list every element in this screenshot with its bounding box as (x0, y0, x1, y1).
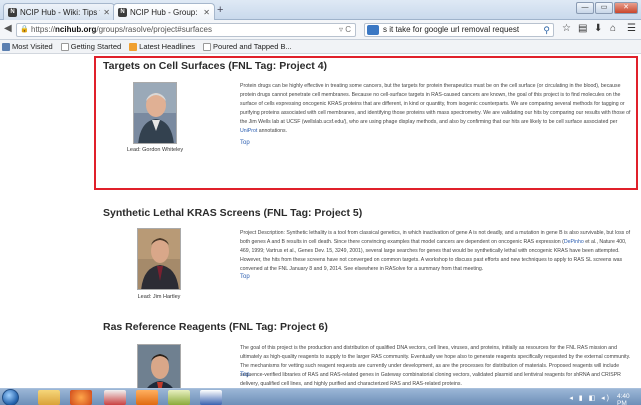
minimize-button[interactable]: — (576, 2, 594, 14)
start-button[interactable] (2, 389, 19, 405)
project-description: The goal of this project is the producti… (240, 344, 632, 388)
search-icon[interactable]: ⚲ (543, 24, 550, 36)
description-text: The goal of this project is the producti… (240, 345, 631, 387)
url-prefix: https:// (31, 25, 56, 34)
url-bar[interactable]: 🔒 https://ncihub.org/groups/rasolve/proj… (16, 23, 356, 37)
url-host: ncihub.org (55, 25, 97, 34)
section-title-project-4: Targets on Cell Surfaces (FNL Tag: Proje… (103, 60, 328, 72)
bookmark-folder-icon (2, 42, 10, 51)
navigation-bar: ◀ 🔒 https://ncihub.org/groups/rasolve/pr… (0, 20, 641, 40)
top-link[interactable]: Top (240, 140, 250, 146)
bookmarks-bar: Most Visited Getting Started Latest Head… (0, 40, 641, 54)
back-arrow-icon[interactable]: ◀ (4, 23, 12, 34)
bookmark-label: Getting Started (70, 42, 122, 51)
page-content: Targets on Cell Surfaces (FNL Tag: Proje… (0, 54, 641, 388)
section-title-project-5: Synthetic Lethal KRAS Screens (FNL Tag: … (103, 207, 363, 219)
close-window-button[interactable]: ✕ (614, 2, 638, 14)
bookmark-label: Most Visited (12, 42, 53, 51)
tab-strip: N NCIP Hub - Wiki: Tips for ... ✕ N NCIP… (0, 0, 641, 20)
menu-icon[interactable]: ☰ (627, 23, 636, 34)
lead-photo-jim-hartley (137, 228, 181, 290)
page-icon (60, 42, 69, 51)
page-icon (203, 42, 212, 51)
depinho-link[interactable]: DePinho (564, 239, 584, 245)
clipboard-icon[interactable]: ▤ (578, 23, 587, 34)
word-icon[interactable] (200, 390, 222, 405)
bookmark-label: Latest Headlines (139, 42, 196, 51)
bookmark-most-visited[interactable]: Most Visited (2, 42, 53, 51)
tab-label: NCIP Hub - Group: RASolv... (130, 7, 200, 17)
project-description: Protein drugs can be highly effective in… (240, 82, 632, 136)
bookmark-poured-tapped[interactable]: Poured and Tapped B... (203, 42, 292, 51)
star-icon[interactable]: ☆ (562, 23, 571, 34)
uniprot-link[interactable]: UniProt (240, 128, 257, 134)
top-link[interactable]: Top (240, 372, 250, 378)
lock-icon: 🔒 (20, 26, 29, 33)
search-input[interactable]: s it take for google url removal request… (364, 23, 554, 37)
tab-label: NCIP Hub - Wiki: Tips for ... (20, 7, 100, 17)
home-icon[interactable]: ⌂ (610, 23, 616, 34)
ncip-favicon-icon: N (118, 7, 127, 17)
search-text: s it take for google url removal request (383, 25, 520, 34)
tab-wiki-tips[interactable]: N NCIP Hub - Wiki: Tips for ... ✕ (3, 3, 115, 20)
download-icon[interactable]: ⬇ (594, 23, 602, 34)
description-text: Protein drugs can be highly effective in… (240, 83, 631, 125)
url-path: /groups/rasolve/project#surfaces (96, 25, 212, 34)
lead-photo-project-6 (137, 344, 181, 388)
lead-caption: Lead: Jim Hartley (137, 294, 181, 300)
paint-icon[interactable] (168, 390, 190, 405)
new-tab-button[interactable]: + (217, 4, 223, 16)
bookmark-getting-started[interactable]: Getting Started (60, 42, 122, 51)
lead-photo-gordon-whiteley (133, 82, 177, 144)
reload-icon[interactable]: ▿ C (339, 24, 351, 36)
firefox-icon[interactable] (70, 390, 92, 405)
top-link[interactable]: Top (240, 274, 250, 280)
section-title-project-6: Ras Reference Reagents (FNL Tag: Project… (103, 321, 328, 333)
taskbar: ◂ ▮ ◧ ◂) 4:40 PM (0, 388, 641, 405)
window-controls: — ▭ ✕ (576, 2, 638, 14)
close-tab-icon[interactable]: ✕ (203, 8, 210, 17)
tab-rasolve-group[interactable]: N NCIP Hub - Group: RASolv... ✕ (113, 3, 215, 20)
pdf-reader-icon[interactable] (104, 390, 126, 405)
close-tab-icon[interactable]: ✕ (103, 8, 110, 17)
taskbar-clock[interactable]: 4:40 PM (617, 393, 641, 405)
bookmark-label: Poured and Tapped B... (213, 42, 292, 51)
lead-caption: Lead: Gordon Whiteley (126, 147, 184, 153)
outlook-icon[interactable] (136, 390, 158, 405)
bookmark-latest-headlines[interactable]: Latest Headlines (129, 42, 195, 51)
description-text-after: annotations. (257, 128, 288, 134)
ncip-favicon-icon: N (8, 7, 17, 17)
rss-icon (129, 42, 138, 51)
search-engine-icon[interactable] (367, 25, 379, 35)
project-description: Project Description: Synthetic lethality… (240, 229, 632, 274)
file-explorer-icon[interactable] (38, 390, 60, 405)
maximize-button[interactable]: ▭ (595, 2, 613, 14)
system-tray: ◂ ▮ ◧ ◂) (569, 395, 611, 402)
